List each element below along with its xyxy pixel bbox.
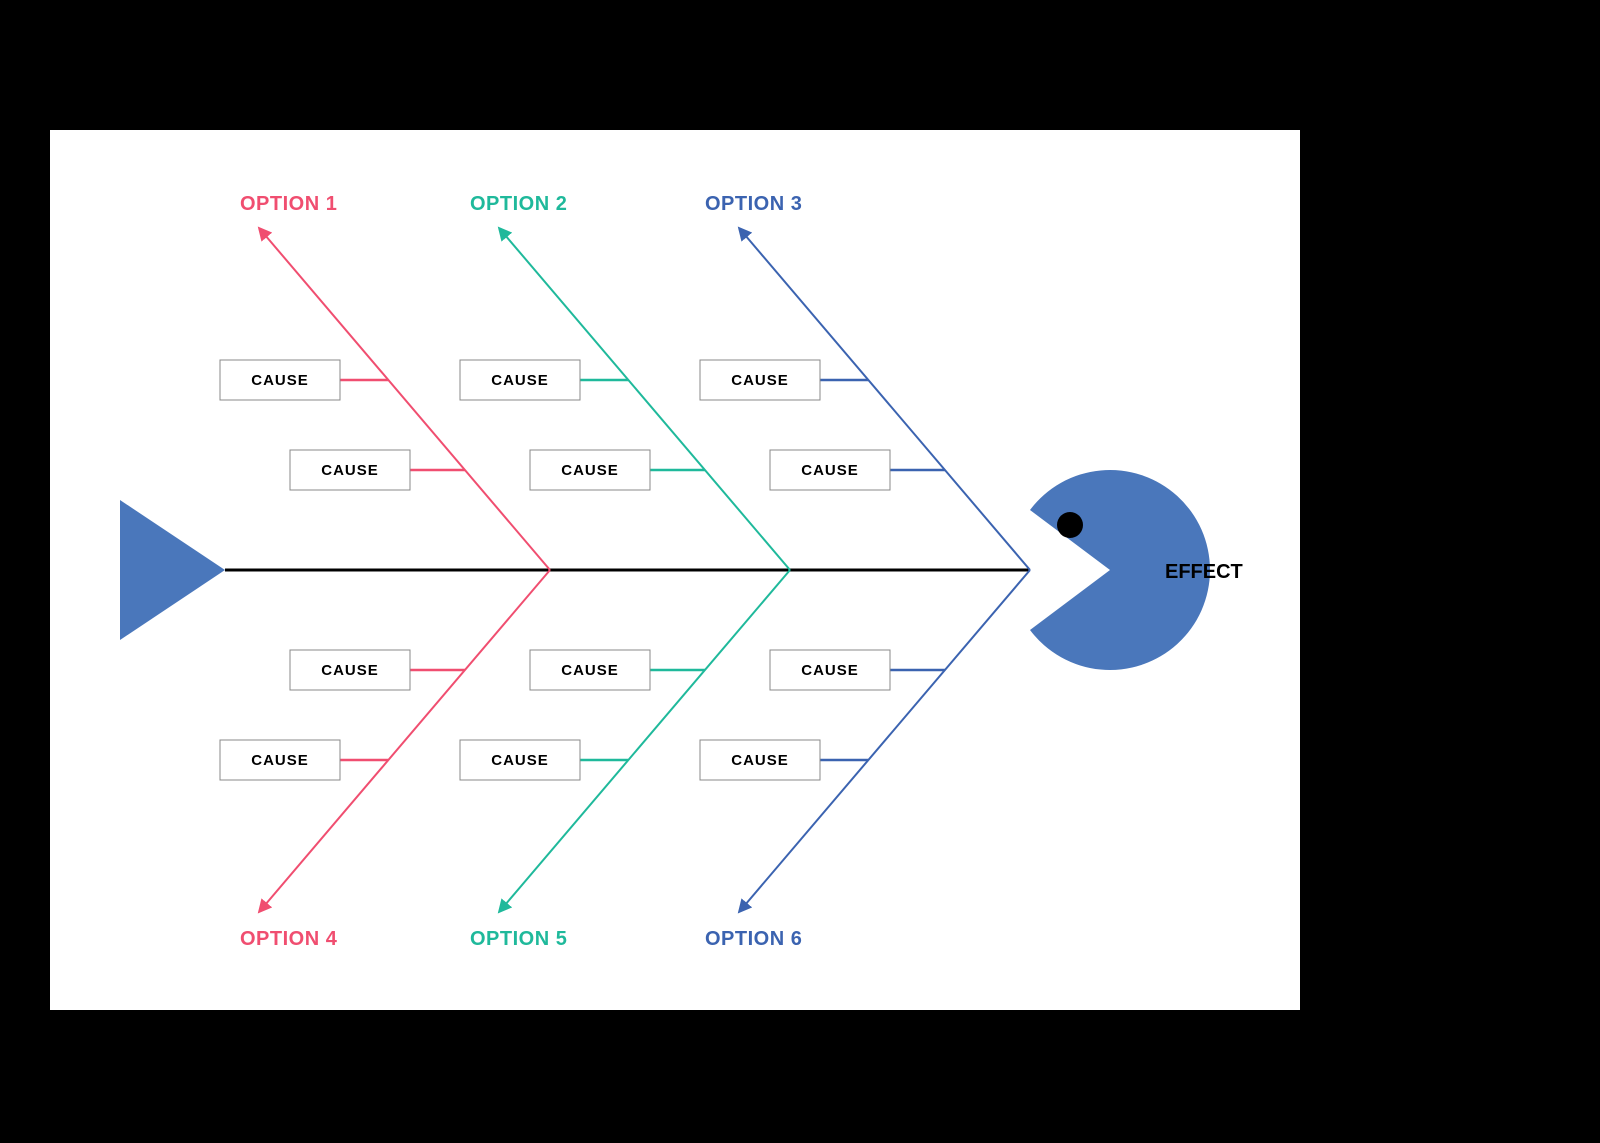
option-3-label: OPTION 3: [705, 193, 802, 215]
bone5-cause2-text: CAUSE: [491, 752, 549, 769]
bone2-cause1-text: CAUSE: [491, 372, 549, 389]
bone5-cause1-text: CAUSE: [561, 662, 619, 679]
option-1-label: OPTION 1: [240, 193, 337, 215]
bone1-cause1-text: CAUSE: [251, 372, 309, 389]
bone4-cause1-text: CAUSE: [321, 662, 379, 679]
bone2-cause2-text: CAUSE: [561, 462, 619, 479]
option-2-label: OPTION 2: [470, 193, 567, 215]
bone6-cause1-text: CAUSE: [801, 662, 859, 679]
diagram-canvas: EFFECT OPTION 1 CAUSE CAUSE OPTION 2 CAU…: [50, 130, 1300, 1010]
effect-label: EFFECT: [1165, 561, 1243, 583]
bone-option-2: [505, 235, 790, 570]
option-6-label: OPTION 6: [705, 928, 802, 950]
bone1-cause2-text: CAUSE: [321, 462, 379, 479]
bone-option-1: [265, 235, 550, 570]
bone3-cause1-text: CAUSE: [731, 372, 789, 389]
bone4-cause2-text: CAUSE: [251, 752, 309, 769]
bone-option-6: [745, 570, 1030, 905]
option-5-label: OPTION 5: [470, 928, 567, 950]
bone-option-4: [265, 570, 550, 905]
bone3-cause2-text: CAUSE: [801, 462, 859, 479]
bone-option-3: [745, 235, 1030, 570]
option-4-label: OPTION 4: [240, 928, 338, 950]
bone-option-5: [505, 570, 790, 905]
fish-tail: [120, 500, 225, 640]
bone6-cause2-text: CAUSE: [731, 752, 789, 769]
